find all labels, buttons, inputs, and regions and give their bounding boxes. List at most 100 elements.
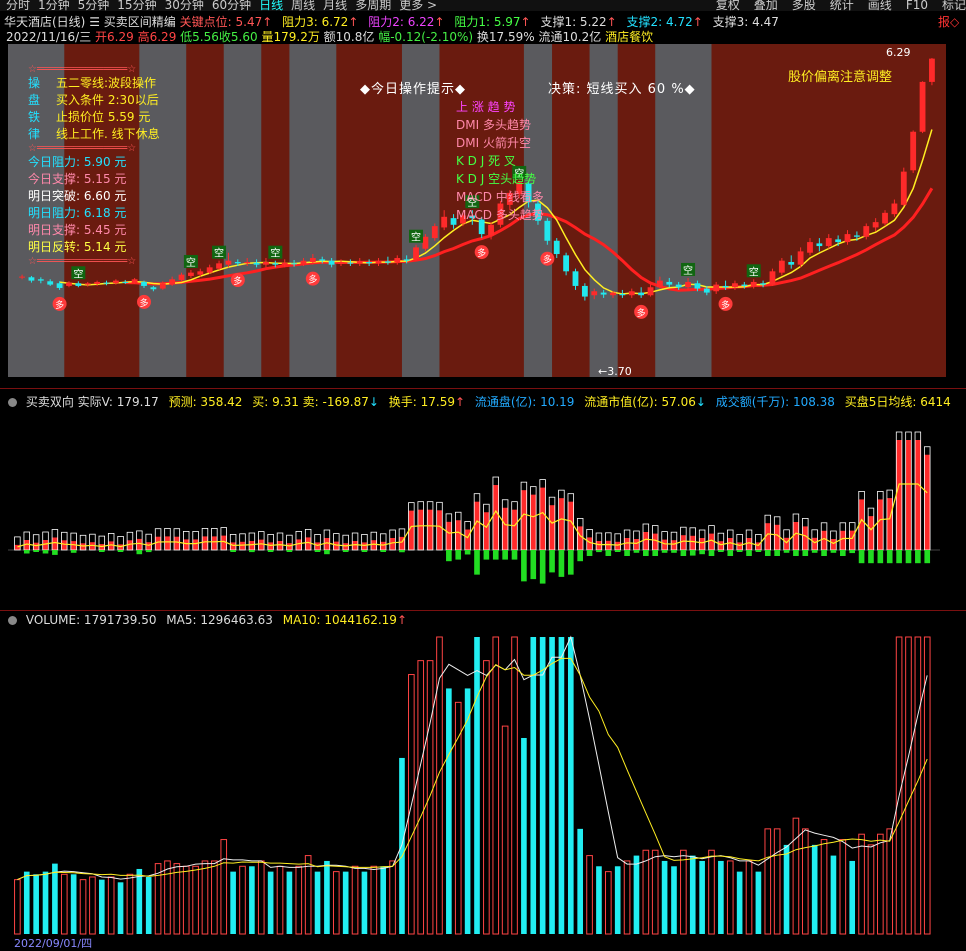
buy-bar <box>915 440 921 550</box>
panel2-float-cap: 流通盘(亿): 10.19 <box>474 395 575 409</box>
rule-line: 盘买入条件 2:30以后 <box>28 93 159 107</box>
buy-bar <box>305 537 311 550</box>
buy-bar <box>342 543 349 550</box>
buy-bar <box>521 490 527 550</box>
panel2-name[interactable]: 买卖双向 <box>26 395 74 409</box>
buy-bar <box>164 536 171 550</box>
indicator-name[interactable]: 买卖区间精编 <box>104 15 176 29</box>
period-tab[interactable]: 60分钟 <box>212 0 251 11</box>
sell-bar <box>596 550 602 553</box>
volume-bar-up <box>304 855 312 935</box>
tool-button[interactable]: 画线 <box>868 0 892 11</box>
footer-date: 2022/09/01/四 <box>14 937 93 950</box>
sell-bar <box>858 550 865 564</box>
candle <box>610 292 616 296</box>
sell-bar <box>52 550 58 555</box>
tool-button[interactable]: 多股 <box>792 0 816 11</box>
buy-bar <box>52 537 58 550</box>
resist-1: 阻力1: 5.97 <box>454 15 521 29</box>
volume-bar-down <box>539 637 546 934</box>
buy-bar <box>389 538 396 550</box>
period-tab[interactable]: 15分钟 <box>117 0 156 11</box>
buy-bar <box>652 533 659 550</box>
candle <box>807 242 813 253</box>
buy-bar <box>811 537 818 550</box>
candle <box>122 281 129 283</box>
report-mark[interactable]: 报◇ <box>938 13 959 30</box>
kong-label: 空 <box>749 265 759 278</box>
buy-bar <box>202 536 208 550</box>
period-tab[interactable]: 分时 <box>6 0 30 11</box>
stock-name: 华天酒店(日线) <box>4 15 86 29</box>
period-tab[interactable]: 多周期 <box>355 0 391 11</box>
buy-bar <box>380 541 387 550</box>
volume-bar-down <box>699 860 705 934</box>
candle <box>591 291 598 296</box>
quote-date: 2022/11/16/三 <box>6 30 92 44</box>
tool-button[interactable]: 叠加 <box>754 0 778 11</box>
tool-button[interactable]: F10 <box>906 0 928 11</box>
volume-bar-up <box>483 660 490 935</box>
sell-bar <box>830 550 837 553</box>
sell-bar <box>652 550 659 556</box>
volume-bar-down <box>380 866 387 934</box>
candle <box>853 235 860 237</box>
level-line: 明日阻力: 6.18 元 <box>28 206 127 220</box>
period-tab[interactable]: 5分钟 <box>78 0 110 11</box>
volume-bar-up <box>173 863 181 935</box>
sell-bar <box>577 550 583 562</box>
period-tab[interactable]: 周线 <box>291 0 315 11</box>
sell-bar <box>521 550 527 582</box>
volume-bar-up <box>257 860 265 935</box>
buy-bar <box>596 541 602 550</box>
tool-button[interactable]: 复权 <box>716 0 740 11</box>
quote-change: 幅-0.12(-2.10%) <box>378 30 474 44</box>
volume-bar-down <box>577 828 583 934</box>
gear-icon[interactable] <box>8 398 17 407</box>
period-tab[interactable]: 月线 <box>323 0 347 11</box>
volume-bar-up <box>332 871 340 935</box>
buy-bar <box>286 543 293 550</box>
volume-bar-down <box>783 844 790 934</box>
duo-label: 多 <box>543 254 552 266</box>
volume-bar-up <box>886 828 894 935</box>
sell-bar <box>802 550 809 556</box>
volume-bar-down <box>136 868 143 934</box>
buy-bar <box>558 498 565 550</box>
candle <box>919 81 926 132</box>
volume-bar-down <box>23 871 30 934</box>
buy-bar <box>417 509 424 550</box>
chevron-down-icon[interactable]: ☰ <box>89 15 100 29</box>
gear-icon[interactable] <box>8 616 17 625</box>
candle <box>403 259 410 261</box>
buy-bar <box>886 498 893 550</box>
sell-bar <box>117 550 124 552</box>
tool-button[interactable]: 标记 <box>942 0 966 11</box>
candle <box>338 262 344 265</box>
candle <box>722 285 729 288</box>
volume-bar-down <box>33 874 39 934</box>
volume-bar-down <box>633 855 640 934</box>
candle <box>929 58 935 82</box>
candle <box>234 262 241 264</box>
candle <box>553 240 560 255</box>
buy-bar <box>605 540 612 550</box>
period-tab[interactable]: 30分钟 <box>165 0 204 11</box>
candle <box>300 260 307 265</box>
volume-bar-up <box>726 860 734 935</box>
period-tab[interactable]: 更多 > <box>399 0 437 11</box>
period-tab[interactable]: 1分钟 <box>38 0 70 11</box>
signal-line: MACD 中线看多 <box>456 190 544 204</box>
tool-button[interactable]: 统计 <box>830 0 854 11</box>
candle <box>169 279 176 285</box>
buy-bar <box>333 541 340 550</box>
buy-bar <box>633 539 640 550</box>
volume-bar-up <box>839 839 847 935</box>
sell-bar <box>840 550 846 556</box>
volume-bar-up <box>417 660 425 935</box>
sell-bar <box>267 550 274 552</box>
sell-bar <box>230 550 236 552</box>
sell-bar <box>98 550 105 552</box>
period-tab[interactable]: 日线 <box>259 0 283 11</box>
buy-bar <box>267 542 274 550</box>
